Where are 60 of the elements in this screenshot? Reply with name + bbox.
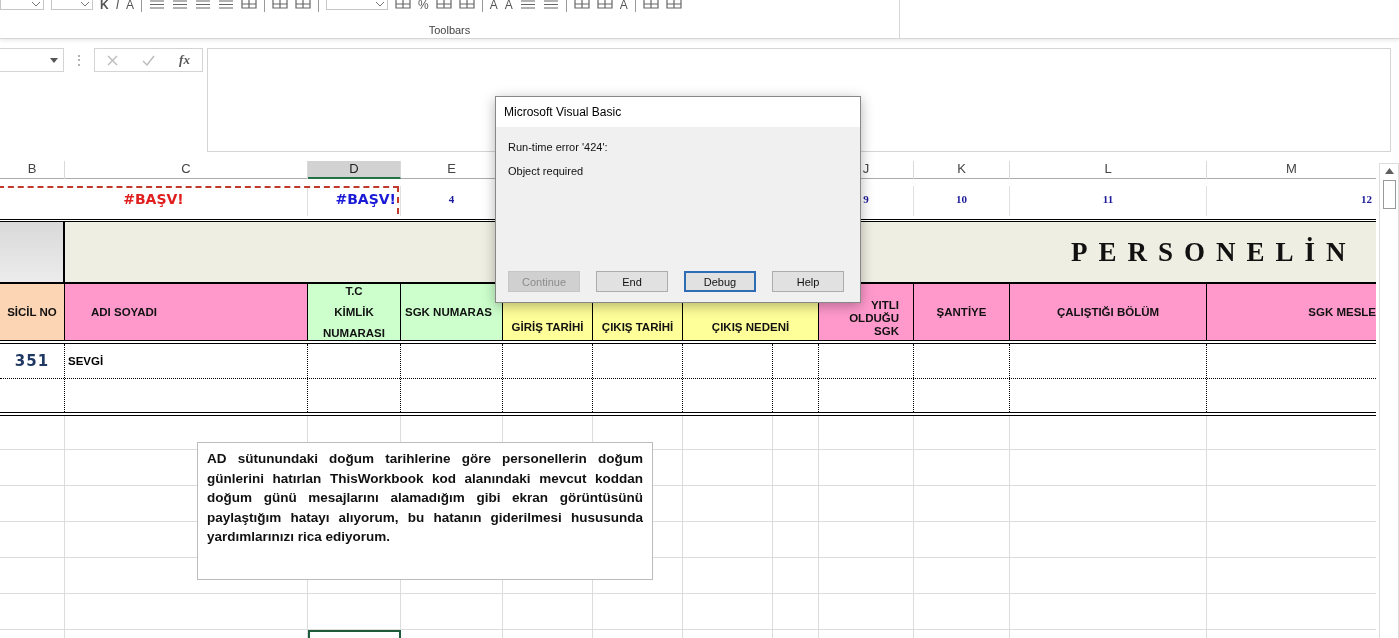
error-message: Run-time error '424':	[508, 141, 609, 153]
dropdown-icon[interactable]	[50, 57, 58, 63]
caret-icon[interactable]	[376, 2, 385, 7]
align-icon[interactable]	[218, 0, 235, 9]
text-box: AD sütunundaki doğum tarihlerine göre personellerin doğum günlerini hatırlan ThisWorkbook kod alanındaki mevcut koddan doğum günü mesajlarını alamadığım gibi ekran görüntüsünü paylaştığım hatayı alıyorum, bu hatanın giderilmesi hususunda yardımlarınızı rica ediyorum.	[197, 442, 653, 580]
column-header[interactable]: M	[1207, 161, 1376, 179]
table-cell: 351	[0, 344, 65, 378]
ribbon-button[interactable]: I	[115, 0, 119, 10]
caret-icon[interactable]	[32, 2, 40, 7]
grid-icon[interactable]	[435, 0, 452, 9]
table-cell: 10	[914, 186, 1010, 216]
align-icon[interactable]	[195, 0, 212, 9]
grid-icon[interactable]	[272, 0, 289, 9]
table-cell: 12	[1207, 186, 1376, 216]
column-heading: SGK MESLE	[1207, 284, 1376, 340]
ribbon-group-label: Toolbars	[428, 24, 471, 36]
cancel-icon[interactable]	[107, 54, 118, 66]
scrollbar[interactable]	[1379, 163, 1399, 638]
align-icon[interactable]	[519, 0, 536, 9]
align-icon[interactable]	[542, 0, 559, 9]
ribbon-button[interactable]: A	[126, 0, 135, 10]
grid-icon[interactable]	[573, 0, 590, 9]
column-heading: ŞANTİYE	[914, 284, 1010, 340]
grid-icon[interactable]	[458, 0, 475, 9]
ribbon-button[interactable]: K	[100, 0, 109, 10]
dialog-button[interactable]: Debug	[684, 271, 756, 292]
scroll-thumb[interactable]	[1382, 180, 1396, 209]
column-heading: T.C KİMLİK NUMARASI	[308, 284, 401, 340]
scroll-up-icon[interactable]	[1384, 168, 1394, 174]
ribbon-button[interactable]: %	[418, 0, 429, 10]
column-header[interactable]: D	[308, 161, 401, 179]
grid-icon[interactable]	[642, 0, 659, 9]
column-heading: ADI SOYADI	[65, 284, 308, 340]
error-message: Object required	[508, 165, 585, 177]
check-icon[interactable]	[142, 54, 156, 66]
grid-icon[interactable]	[665, 0, 682, 9]
caret-icon[interactable]	[81, 2, 89, 7]
table-cell: SEVGİ	[65, 344, 308, 378]
ribbon-button[interactable]: A	[619, 0, 628, 10]
column-header[interactable]: K	[914, 161, 1010, 179]
dialog-button[interactable]: Help	[772, 271, 844, 292]
dialog-title: Microsoft Visual Basic	[496, 97, 860, 127]
grid-icon[interactable]	[596, 0, 613, 9]
align-icon[interactable]	[149, 0, 166, 9]
table-cell: #BAŞV!	[0, 186, 308, 216]
ribbon-button[interactable]: A	[489, 0, 498, 10]
column-heading: SİCİL NO	[0, 284, 65, 340]
column-heading: SGK NUMARAS	[401, 284, 503, 340]
grid-icon[interactable]	[395, 0, 412, 9]
grid-icon[interactable]	[295, 0, 312, 9]
dialog-button[interactable]: End	[596, 271, 668, 292]
table-cell: #BAŞV!	[308, 186, 401, 216]
column-heading: ÇALIŞTIĞI BÖLÜM	[1010, 284, 1207, 340]
column-header[interactable]: B	[0, 161, 65, 179]
insert-function-button[interactable]: fx	[179, 52, 190, 68]
table-cell: 11	[1010, 186, 1207, 216]
ribbon-button[interactable]: A	[504, 0, 513, 10]
grid-icon[interactable]	[241, 0, 258, 9]
column-header[interactable]: L	[1010, 161, 1207, 179]
align-icon[interactable]	[172, 0, 189, 9]
